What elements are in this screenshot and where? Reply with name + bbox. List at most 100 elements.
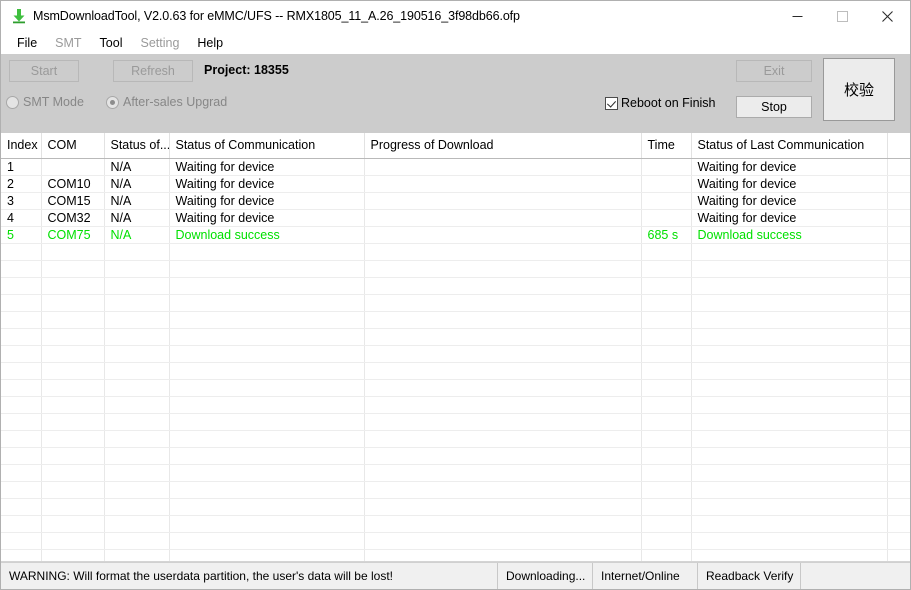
cell-empty [641,277,692,295]
status-spacer [801,563,910,589]
column-header-status-comm[interactable]: Status of Communication [169,133,365,159]
cell-empty [1,379,42,397]
cell-empty [41,464,105,482]
table-row-empty[interactable] [1,447,910,465]
column-header-status-of[interactable]: Status of... [104,133,170,159]
table-row-empty[interactable] [1,396,910,414]
cell-empty [364,379,642,397]
cell-empty [641,549,692,561]
column-header-last-comm[interactable]: Status of Last Communication [691,133,888,159]
cell-empty [1,532,42,550]
table-row-empty[interactable] [1,379,910,397]
after-sales-upgrade-radio: After-sales Upgrad [106,95,227,109]
cell-empty [41,294,105,312]
stop-button[interactable]: Stop [736,96,812,118]
table-row-empty[interactable] [1,311,910,329]
table-row[interactable]: 4 COM32 N/A Waiting for device Waiting for d… [1,209,910,227]
cell-empty [1,464,42,482]
cell-empty [641,294,692,312]
table-body: 1 N/A Waiting for device Waiting for device… [1,158,910,561]
cell-empty [1,345,42,363]
table-row-empty[interactable] [1,532,910,550]
toolbar: Start Refresh Project: 18355 SMT Mode Af… [1,54,910,133]
cell-empty [41,345,105,363]
cell-status-of: N/A [104,209,170,227]
column-header-time[interactable]: Time [641,133,692,159]
table-row[interactable]: 5 COM75 N/A Download success 685 s Download s… [1,226,910,244]
cell-empty [691,549,888,561]
cell-empty [41,277,105,295]
cell-empty [691,430,888,448]
table-row-empty[interactable] [1,481,910,499]
cell-tail [887,226,910,244]
column-header-com[interactable]: COM [41,133,105,159]
cell-empty [104,481,170,499]
table-row-empty[interactable] [1,413,910,431]
table-row-empty[interactable] [1,294,910,312]
table-row-empty[interactable] [1,328,910,346]
cell-empty [364,328,642,346]
table-row-empty[interactable] [1,549,910,561]
cell-empty [104,277,170,295]
cell-empty [41,311,105,329]
table-row[interactable]: 2 COM10 N/A Waiting for device Waiting for d… [1,175,910,193]
cell-progress [364,209,642,227]
verify-button[interactable]: 校验 [823,58,895,121]
table-row[interactable]: 1 N/A Waiting for device Waiting for device [1,158,910,176]
cell-status-comm: Waiting for device [169,158,365,176]
cell-com: COM32 [41,209,105,227]
column-header-progress[interactable]: Progress of Download [364,133,642,159]
menu-item-help[interactable]: Help [188,34,232,52]
cell-empty [169,396,365,414]
cell-empty [1,498,42,516]
radio-checked-icon [106,95,119,109]
table-row-empty[interactable] [1,515,910,533]
cell-empty [641,515,692,533]
cell-status-comm: Waiting for device [169,175,365,193]
table-row[interactable]: 3 COM15 N/A Waiting for device Waiting for d… [1,192,910,210]
cell-index: 5 [1,226,42,244]
table-row-empty[interactable] [1,430,910,448]
cell-empty [641,447,692,465]
cell-empty [1,396,42,414]
cell-empty [364,413,642,431]
table-row-empty[interactable] [1,243,910,261]
cell-empty [641,260,692,278]
menu-item-tool[interactable]: Tool [91,34,132,52]
cell-empty [104,294,170,312]
cell-empty [691,532,888,550]
cell-empty [641,464,692,482]
cell-com: COM15 [41,192,105,210]
column-header-tail[interactable] [887,133,910,159]
cell-tail [887,209,910,227]
table-row-empty[interactable] [1,498,910,516]
close-icon[interactable] [865,1,910,31]
device-table: Index COM Status of... Status of Communi… [1,133,910,561]
table-row-empty[interactable] [1,362,910,380]
cell-time [641,175,692,193]
cell-empty [364,430,642,448]
cell-tail [887,175,910,193]
cell-empty [104,243,170,261]
minimize-icon[interactable] [775,1,820,31]
cell-empty [41,447,105,465]
reboot-on-finish-checkbox[interactable]: Reboot on Finish [605,96,716,110]
cell-empty [169,243,365,261]
device-table-container: Index COM Status of... Status of Communi… [1,133,910,562]
table-row-empty[interactable] [1,345,910,363]
cell-com: COM75 [41,226,105,244]
cell-empty [364,464,642,482]
cell-empty [104,430,170,448]
cell-index: 2 [1,175,42,193]
cell-index: 3 [1,192,42,210]
cell-empty [691,362,888,380]
table-row-empty[interactable] [1,260,910,278]
menu-item-file[interactable]: File [8,34,46,52]
table-row-empty[interactable] [1,464,910,482]
cell-empty [641,498,692,516]
cell-empty [41,362,105,380]
column-header-index[interactable]: Index [1,133,42,159]
maximize-icon[interactable] [820,1,865,31]
menu-bar: File SMT Tool Setting Help [1,31,910,54]
table-row-empty[interactable] [1,277,910,295]
